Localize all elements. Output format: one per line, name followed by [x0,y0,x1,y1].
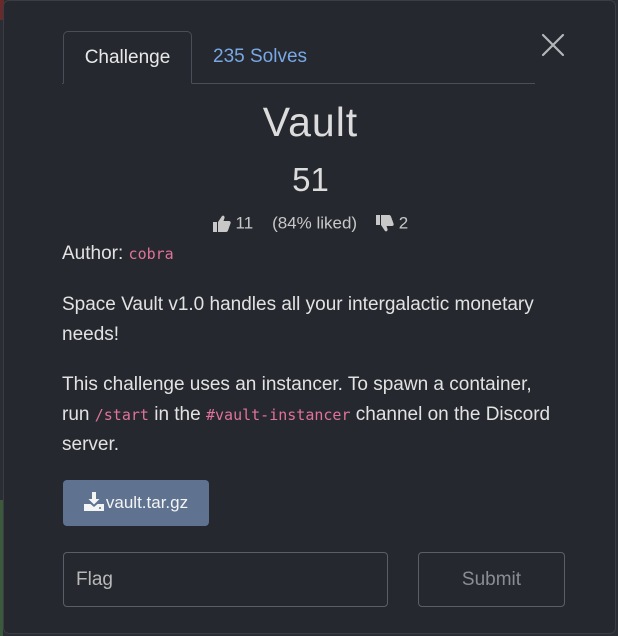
download-button[interactable]: vault.tar.gz [63,480,209,526]
description-paragraph: Space Vault v1.0 handles all your interg… [62,294,534,345]
author-line: Author: cobra [62,243,174,265]
challenge-points: 51 [292,161,329,198]
challenge-modal: Challenge 235 Solves Vault 51 11 (84% li… [3,0,616,634]
flag-input[interactable] [63,552,388,607]
tab-solves[interactable]: 235 Solves [213,31,307,83]
channel-name: #vault-instancer [205,406,351,424]
thumbs-up-icon[interactable] [212,215,231,233]
dislikes-count: 2 [398,213,409,233]
start-command: /start [94,406,149,424]
download-label: vault.tar.gz [105,493,189,512]
thumbs-down-icon[interactable] [376,215,394,232]
instancer-paragraph: This challenge uses an instancer. To spa… [62,370,562,460]
instancer-text: in the [148,404,206,425]
liked-percent: (84% liked) [272,213,358,233]
author-name: cobra [128,245,174,263]
close-button[interactable] [540,32,566,58]
challenge-title: Vault [262,99,359,145]
close-icon[interactable] [540,32,566,58]
download-icon [83,492,104,512]
submit-button[interactable]: Submit [418,552,565,607]
author-label: Author: [62,243,124,264]
likes-count: 11 [235,213,254,233]
ratings: 11 (84% liked) 2 [4,213,617,234]
tab-challenge[interactable]: Challenge [63,31,192,84]
tab-bar: Challenge 235 Solves [62,31,535,84]
